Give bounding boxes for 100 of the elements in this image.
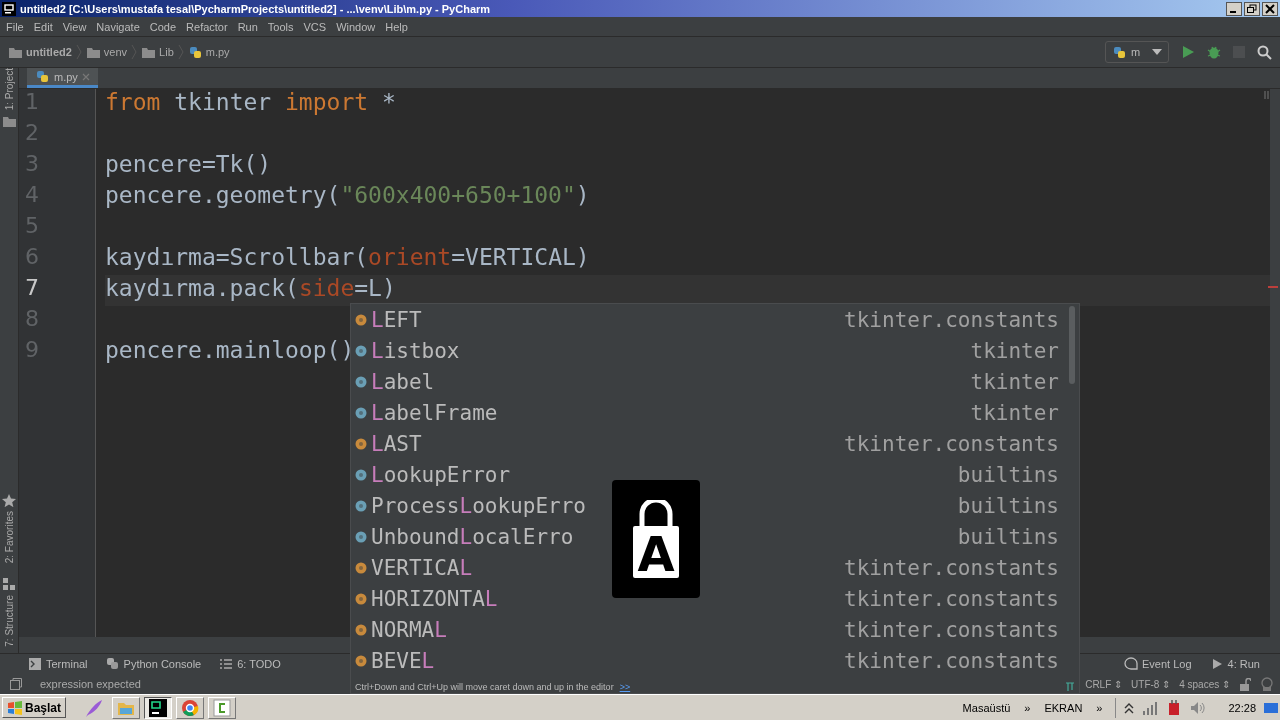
completion-source: builtins bbox=[957, 462, 1059, 487]
class-icon bbox=[355, 375, 367, 388]
completion-item[interactable]: VERTICAL bbox=[371, 555, 473, 580]
taskbar-toolbar[interactable]: » bbox=[1019, 701, 1036, 714]
lock-icon[interactable] bbox=[1239, 677, 1251, 691]
minimize-button[interactable] bbox=[1226, 1, 1242, 16]
taskbar-toolbar[interactable]: Masaüstü bbox=[957, 701, 1016, 714]
completion-source: tkinter.constants bbox=[844, 586, 1059, 611]
constant-icon bbox=[355, 437, 367, 450]
breadcrumb-item[interactable]: Lib bbox=[159, 46, 174, 58]
app-logo-icon bbox=[2, 1, 16, 16]
tool-window-tab[interactable]: 2: Favorites bbox=[3, 511, 15, 564]
terminal-icon bbox=[28, 657, 42, 671]
run-icon[interactable] bbox=[1181, 45, 1195, 59]
folder-icon bbox=[2, 114, 16, 129]
star-icon bbox=[2, 493, 16, 508]
speech-bubble-icon bbox=[1124, 657, 1139, 671]
caps-lock-indicator: A bbox=[612, 480, 700, 598]
python-icon bbox=[105, 657, 120, 671]
status-message: expression expected bbox=[40, 678, 141, 690]
completion-item[interactable]: LAST bbox=[371, 431, 422, 456]
menu-item[interactable]: Code bbox=[145, 18, 183, 35]
class-icon bbox=[355, 530, 367, 543]
close-icon[interactable] bbox=[81, 72, 90, 81]
menu-item[interactable]: File bbox=[2, 18, 30, 35]
menu-item[interactable]: View bbox=[58, 18, 93, 35]
line-number: 7 bbox=[24, 275, 40, 302]
completion-source: tkinter.constants bbox=[844, 648, 1059, 673]
debug-bug-icon[interactable] bbox=[1207, 45, 1221, 59]
signal-icon[interactable] bbox=[1142, 700, 1159, 715]
completion-item[interactable]: LabelFrame bbox=[371, 400, 498, 425]
completion-source: builtins bbox=[957, 524, 1059, 549]
pi-icon bbox=[1065, 681, 1075, 691]
menu-item[interactable]: Tools bbox=[263, 18, 300, 35]
breadcrumb-item[interactable]: untitled2 bbox=[26, 46, 72, 58]
run-config-dropdown[interactable]: m bbox=[1105, 41, 1169, 63]
completion-item[interactable]: LookupError bbox=[371, 462, 511, 487]
tool-window-button[interactable]: Python Console bbox=[105, 657, 202, 671]
scrollbar-thumb[interactable] bbox=[1069, 306, 1075, 384]
class-icon bbox=[355, 406, 367, 419]
code-line: kaydırma.pack(side=L) bbox=[105, 275, 396, 301]
completion-item[interactable]: LEFT bbox=[371, 307, 422, 332]
taskbar-toolbar[interactable]: » bbox=[1091, 701, 1108, 714]
editor-app-icon[interactable] bbox=[213, 698, 232, 717]
tool-window-button[interactable]: Event Log bbox=[1124, 657, 1192, 671]
completion-item[interactable]: NORMAL bbox=[371, 617, 447, 642]
tool-window-button[interactable]: 4: Run bbox=[1209, 657, 1260, 671]
code-line: pencere.geometry("600x400+650+100") bbox=[105, 182, 590, 208]
completion-source: tkinter bbox=[970, 338, 1059, 363]
status-item[interactable]: 4 spaces ⇕ bbox=[1179, 678, 1230, 690]
tool-window-tab[interactable]: 7: Structure bbox=[3, 595, 15, 647]
windows-logo-icon bbox=[7, 699, 23, 716]
completion-source: builtins bbox=[957, 493, 1059, 518]
clock: 22:28 bbox=[1228, 701, 1256, 714]
python-icon bbox=[1112, 44, 1127, 60]
menu-item[interactable]: Edit bbox=[29, 18, 59, 35]
browser-icon[interactable] bbox=[181, 698, 200, 717]
restore-button[interactable] bbox=[1244, 1, 1260, 16]
class-icon bbox=[355, 468, 367, 481]
breadcrumb-item[interactable]: venv bbox=[103, 46, 128, 58]
taskbar-toolbar[interactable]: EKRAN bbox=[1039, 701, 1088, 714]
completion-item[interactable]: Listbox bbox=[371, 338, 460, 363]
constant-icon bbox=[355, 623, 367, 636]
structure-icon bbox=[2, 577, 16, 592]
constant-icon bbox=[355, 592, 367, 605]
panel-toggle-icon[interactable] bbox=[10, 678, 22, 690]
completion-item[interactable]: ProcessLookupErro bbox=[371, 493, 586, 518]
completion-item[interactable]: UnboundLocalErro bbox=[371, 524, 574, 549]
class-icon bbox=[355, 344, 367, 357]
menu-item[interactable]: VCS bbox=[299, 18, 333, 35]
class-icon bbox=[355, 499, 367, 512]
start-button[interactable]: Başlat bbox=[2, 697, 67, 718]
completion-item[interactable]: Label bbox=[371, 369, 435, 394]
breadcrumb-item[interactable]: m.py bbox=[205, 46, 230, 58]
list-icon bbox=[219, 657, 234, 671]
completion-item[interactable]: HORIZONTAL bbox=[371, 586, 498, 611]
constant-icon bbox=[355, 313, 367, 326]
menu-item[interactable]: Refactor bbox=[182, 18, 234, 35]
tool-window-button[interactable]: Terminal bbox=[28, 657, 88, 671]
speaker-icon[interactable] bbox=[1190, 700, 1207, 715]
menu-item[interactable]: Help bbox=[381, 18, 414, 35]
tool-window-button[interactable]: 6: TODO bbox=[219, 657, 281, 671]
dropdown-caret-icon bbox=[1152, 49, 1162, 55]
completion-item[interactable]: BEVEL bbox=[371, 648, 435, 673]
constant-icon bbox=[355, 561, 367, 574]
app-logo-icon[interactable] bbox=[149, 698, 168, 717]
file-tab[interactable]: m.py bbox=[27, 68, 98, 88]
menu-item[interactable]: Navigate bbox=[92, 18, 146, 35]
tool-window-tab[interactable]: 1: Project bbox=[3, 68, 15, 111]
status-item[interactable]: CRLF ⇕ bbox=[1085, 678, 1123, 690]
hint-link[interactable]: >> bbox=[619, 681, 631, 692]
search-icon[interactable] bbox=[1257, 44, 1272, 60]
completion-source: tkinter.constants bbox=[844, 617, 1059, 642]
expand-tray-icon[interactable] bbox=[1124, 701, 1135, 714]
close-button[interactable] bbox=[1262, 1, 1278, 16]
menu-item[interactable]: Run bbox=[233, 18, 264, 35]
python-file-icon bbox=[35, 69, 50, 84]
constant-icon bbox=[355, 654, 367, 667]
status-item[interactable]: UTF-8 ⇕ bbox=[1131, 678, 1171, 690]
menu-item[interactable]: Window bbox=[332, 18, 382, 35]
